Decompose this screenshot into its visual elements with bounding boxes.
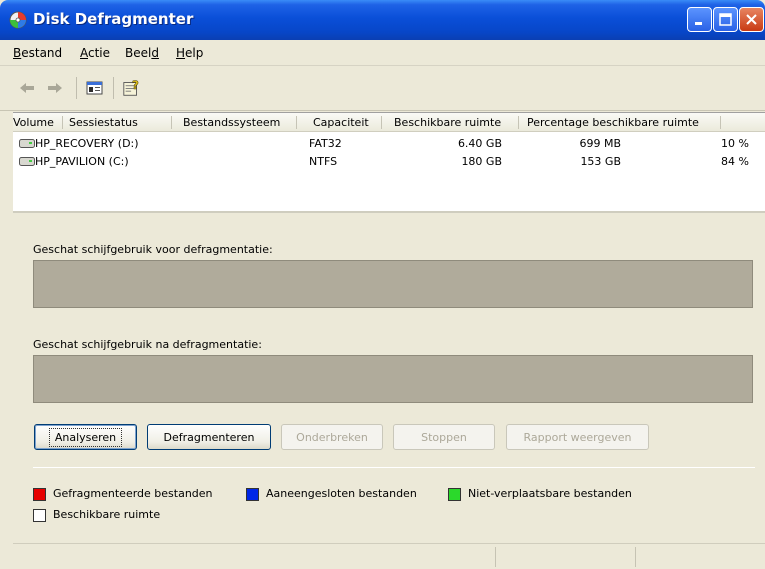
- hard-drive-icon: [19, 157, 35, 166]
- divider: [33, 467, 755, 468]
- legend-swatch-green: [448, 488, 461, 501]
- volume-list[interactable]: Volume Sessiestatus Bestandssysteem Capa…: [13, 112, 765, 213]
- menu-beeld-accel: d: [151, 46, 159, 60]
- status-pane-secondary: [496, 547, 636, 567]
- menu-actie-label: ctie: [88, 46, 111, 60]
- column-separator[interactable]: [171, 116, 172, 129]
- analyze-button-label: Analyseren: [48, 427, 123, 447]
- estimate-after-map: [33, 355, 753, 403]
- volume-name: HP_RECOVERY (D:): [35, 137, 139, 150]
- menu-actie-accel: A: [80, 46, 88, 60]
- view-report-button-label: Rapport weergeven: [523, 430, 632, 444]
- stop-button[interactable]: Stoppen: [393, 424, 495, 450]
- maximize-icon: [719, 13, 732, 26]
- column-header-filesystem[interactable]: Bestandssysteem: [183, 116, 280, 129]
- volume-row[interactable]: HP_RECOVERY (D:) FAT32 6.40 GB 699 MB 10…: [13, 136, 765, 152]
- menu-bestand-label: estand: [21, 46, 63, 60]
- column-separator[interactable]: [720, 116, 721, 129]
- legend-free-space-label: Beschikbare ruimte: [53, 508, 161, 521]
- legend-unmovable-label: Niet-verplaatsbare bestanden: [468, 487, 632, 500]
- analyze-button[interactable]: Analyseren: [34, 424, 137, 450]
- column-separator[interactable]: [518, 116, 519, 129]
- volume-free-percent: 10 %: [721, 137, 749, 150]
- close-icon: [746, 14, 757, 25]
- hard-drive-icon: [19, 139, 35, 148]
- estimate-before-map: [33, 260, 753, 308]
- column-separator[interactable]: [62, 116, 63, 129]
- legend-swatch-red: [33, 488, 46, 501]
- legend-free-space: Beschikbare ruimte: [33, 508, 193, 524]
- status-pane-main: [13, 547, 496, 567]
- legend-swatch-white: [33, 509, 46, 522]
- column-separator[interactable]: [381, 116, 382, 129]
- legend-fragmented: Gefragmenteerde bestanden: [33, 487, 243, 503]
- volume-capacity: 6.40 GB: [457, 137, 502, 150]
- menu-bestand[interactable]: Bestand: [13, 46, 62, 60]
- volume-list-header: Volume Sessiestatus Bestandssysteem Capa…: [13, 113, 765, 132]
- disk-defragmenter-app-icon: [9, 11, 27, 29]
- column-header-free-percent[interactable]: Percentage beschikbare ruimte: [527, 116, 699, 129]
- legend-contiguous-label: Aaneengesloten bestanden: [266, 487, 417, 500]
- defragment-button[interactable]: Defragmenteren: [147, 424, 271, 450]
- pause-button-label: Onderbreken: [296, 430, 368, 444]
- window-title: Disk Defragmenter: [33, 10, 194, 28]
- menu-beeld-label: Beel: [125, 46, 152, 60]
- minimize-icon: [695, 22, 702, 25]
- estimate-after-label: Geschat schijfgebruik na defragmentatie:: [33, 338, 262, 351]
- svg-text:?: ?: [132, 78, 139, 92]
- menu-bestand-accel: B: [13, 46, 22, 60]
- menu-help-accel: H: [176, 46, 186, 60]
- volume-free-space: 153 GB: [580, 155, 621, 168]
- column-header-volume[interactable]: Volume: [13, 116, 54, 129]
- column-separator[interactable]: [296, 116, 297, 129]
- view-report-button[interactable]: Rapport weergeven: [506, 424, 649, 450]
- toolbar-separator-2: [113, 77, 114, 99]
- status-bar: [13, 543, 765, 569]
- menu-actie[interactable]: Actie: [80, 46, 110, 60]
- back-arrow-icon[interactable]: [18, 78, 36, 98]
- minimize-button[interactable]: [687, 7, 712, 32]
- pause-button[interactable]: Onderbreken: [281, 424, 383, 450]
- column-header-capacity[interactable]: Capaciteit: [313, 116, 369, 129]
- title-bar[interactable]: Disk Defragmenter: [0, 0, 765, 40]
- stop-button-label: Stoppen: [421, 430, 467, 444]
- toolbar: ?: [0, 67, 765, 111]
- disk-defragmenter-window: Disk Defragmenter Bestand Actie Beeld He…: [0, 0, 765, 569]
- defragment-button-label: Defragmenteren: [163, 430, 255, 444]
- legend-contiguous: Aaneengesloten bestanden: [246, 487, 446, 503]
- close-button[interactable]: [739, 7, 764, 32]
- menu-help-label: elp: [185, 46, 204, 60]
- help-icon[interactable]: ?: [121, 78, 143, 98]
- volume-row[interactable]: HP_PAVILION (C:) NTFS 180 GB 153 GB 84 %: [13, 154, 765, 170]
- forward-arrow-icon[interactable]: [46, 78, 64, 98]
- volume-filesystem: FAT32: [309, 137, 342, 150]
- estimate-before-label: Geschat schijfgebruik voor defragmentati…: [33, 243, 273, 256]
- toolbar-separator: [76, 77, 77, 99]
- column-header-status[interactable]: Sessiestatus: [69, 116, 138, 129]
- volume-name: HP_PAVILION (C:): [35, 155, 129, 168]
- volume-free-percent: 84 %: [721, 155, 749, 168]
- volume-filesystem: NTFS: [309, 155, 338, 168]
- menu-beeld[interactable]: Beeld: [125, 46, 159, 60]
- menu-bar: Bestand Actie Beeld Help: [0, 40, 765, 66]
- legend-swatch-blue: [246, 488, 259, 501]
- volume-capacity: 180 GB: [461, 155, 502, 168]
- maximize-button[interactable]: [713, 7, 738, 32]
- properties-icon[interactable]: [85, 78, 105, 98]
- legend-fragmented-label: Gefragmenteerde bestanden: [53, 487, 213, 500]
- menu-help[interactable]: Help: [176, 46, 203, 60]
- column-header-free-space[interactable]: Beschikbare ruimte: [394, 116, 501, 129]
- legend-unmovable: Niet-verplaatsbare bestanden: [448, 487, 668, 503]
- volume-free-space: 699 MB: [579, 137, 621, 150]
